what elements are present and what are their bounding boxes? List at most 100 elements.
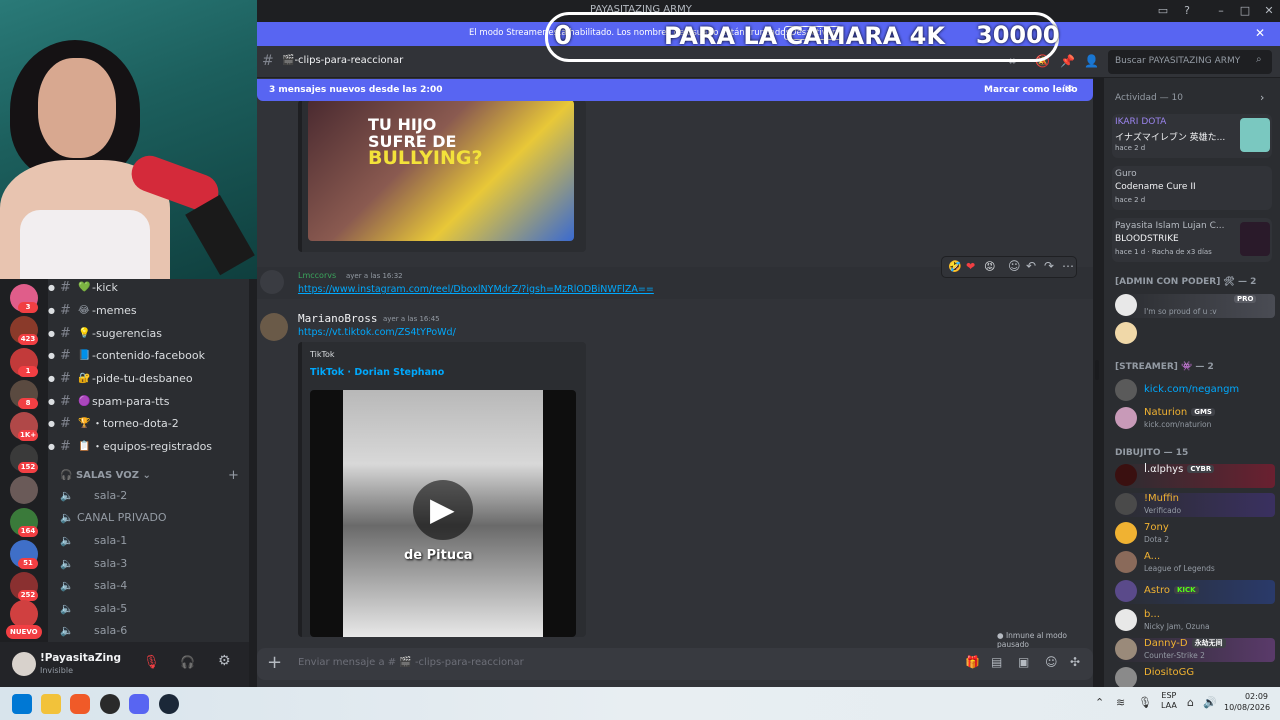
reply-icon[interactable]: ↶ [1026, 259, 1036, 273]
member-item[interactable]: A... League of Legends [1115, 551, 1275, 575]
voice-room[interactable]: 🔈 sala-5 [60, 598, 240, 620]
add-attachment-icon[interactable]: + [267, 652, 282, 673]
channel-item-kick[interactable]: ● # 💚 -kick [48, 277, 249, 299]
member-item[interactable]: 7ony Dota 2 [1115, 522, 1275, 546]
reaction-custom-icon[interactable]: 😡 [984, 260, 995, 273]
embed-title[interactable]: TikTok · Dorian Stephano [310, 367, 444, 378]
channel-item-torneo-dota-2[interactable]: ● # 🏆 ・torneo-dota-2 [48, 413, 249, 435]
apps-icon[interactable]: ✣ [1070, 655, 1080, 669]
message-composer[interactable]: + Enviar mensaje a # 🎬 -clips-para-reacc… [257, 648, 1093, 680]
channel-item-memes[interactable]: ● # 😂 -memes [48, 300, 249, 322]
member-item[interactable]: ꟾ.αlphys CYBR [1115, 464, 1275, 488]
server-icon[interactable] [10, 600, 38, 628]
mic-muted-icon[interactable]: 🎙 [143, 655, 160, 670]
member-item[interactable]: kick.com/negangm [1115, 379, 1275, 403]
windows-start-icon[interactable] [12, 694, 32, 714]
message-link[interactable]: https://vt.tiktok.com/ZS4tYPoWd/ [298, 327, 456, 338]
voice-room[interactable]: 🔈 CANAL PRIVADO [60, 507, 240, 529]
activity-time: hace 2 d [1115, 144, 1146, 152]
close-icon[interactable]: ✕ [1255, 26, 1265, 40]
language-indicator[interactable]: ESP LAA [1161, 691, 1177, 711]
pin-icon[interactable]: 📌 [1060, 54, 1075, 68]
add-reaction-icon[interactable]: ☺ [1008, 259, 1021, 273]
avatar[interactable] [260, 270, 284, 294]
lock-speaker-icon: 🔈 [60, 511, 74, 524]
sticker-icon[interactable]: ▣ [1018, 655, 1029, 669]
gift-icon[interactable]: 🎁 [965, 655, 980, 669]
member-item[interactable]: PRO I'm so proud of u :v [1115, 294, 1275, 318]
voice-room[interactable]: 🔈 sala-6 [60, 620, 240, 642]
channel-item-sugerencias[interactable]: ● # 💡 -sugerencias [48, 323, 249, 345]
member-item[interactable]: Danny-D 永劫无间 Counter-Strike 2 [1115, 638, 1275, 662]
server-icon[interactable] [10, 476, 38, 504]
member-item[interactable]: !Muffin Verificado [1115, 493, 1275, 517]
voice-room[interactable]: 🔈 sala-1 [60, 530, 240, 552]
member-item[interactable] [1115, 322, 1275, 346]
activity-card[interactable]: Payasita Islam Lujan C... BLOODSTRIKE ha… [1112, 218, 1272, 262]
tray-expand-icon[interactable]: ⌃ [1095, 696, 1104, 709]
member-tag: PRO [1234, 295, 1257, 303]
message-author[interactable]: MarianoBross [298, 312, 377, 325]
avatar[interactable] [12, 652, 36, 676]
headphones-icon[interactable]: 🎧 [180, 655, 195, 669]
reaction-heart-icon[interactable]: ❤ [966, 260, 975, 273]
video-thumbnail[interactable]: TU HIJO SUFRE DE BULLYING? [308, 100, 574, 241]
microphone-icon[interactable]: 🎙 [1138, 696, 1152, 709]
maximize-icon[interactable]: □ [1237, 3, 1253, 19]
members-icon[interactable]: 👤 [1084, 54, 1099, 68]
wifi-icon[interactable]: ≋ [1116, 696, 1125, 709]
inbox-icon[interactable]: ▭ [1155, 3, 1171, 19]
member-item[interactable]: Naturion GMS kick.com/naturion [1115, 407, 1275, 431]
forward-icon[interactable]: ↷ [1044, 259, 1054, 273]
clock[interactable]: 02:09 10/08/2026 [1224, 691, 1271, 713]
gif-icon[interactable]: ▤ [991, 655, 1002, 669]
new-messages-text: 3 mensajes nuevos desde las 2:00 [269, 85, 443, 95]
voice-room[interactable]: 🔈 sala-3 [60, 553, 240, 575]
channel-item-spam-para-tts[interactable]: ● # 🟣 spam-para-tts [48, 391, 249, 413]
emoji-icon[interactable]: ☺ [1045, 655, 1058, 669]
video-player[interactable]: ▶ de Pituca [310, 390, 576, 637]
gear-icon[interactable]: ⚙ [218, 653, 231, 669]
voice-room[interactable]: 🔈 sala-2 [60, 485, 240, 507]
member-item[interactable]: b... Nicky Jam, Ozuna [1115, 609, 1275, 633]
voice-category[interactable]: 🎧 SALAS VOZ ⌄ [60, 470, 151, 481]
close-window-icon[interactable]: ✕ [1261, 3, 1277, 19]
message-author[interactable]: Lmccorvs [298, 271, 336, 280]
more-icon[interactable]: ⋯ [1062, 259, 1074, 273]
channel-title: 🎬-clips-para-reaccionar [282, 55, 403, 66]
member-item[interactable]: Astro KICK [1115, 580, 1275, 604]
chat-area: TU HIJO SUFRE DE BULLYING? ▶ Lmccorvs ay… [257, 20, 1099, 687]
voice-room[interactable]: 🔈 sala-4 [60, 575, 240, 597]
file-explorer-icon[interactable] [41, 694, 61, 714]
add-voice-channel-icon[interactable]: + [228, 468, 239, 483]
language-code: ESP [1161, 691, 1177, 700]
play-icon[interactable]: ▶ [430, 490, 455, 528]
voice-room-label: sala-3 [94, 557, 128, 570]
chevron-right-icon[interactable]: › [1260, 91, 1264, 104]
network-icon[interactable]: ⌂ [1187, 696, 1194, 709]
mark-read-icon[interactable]: ✉ [1065, 84, 1073, 95]
clock-date: 10/08/2026 [1224, 703, 1271, 712]
channel-item-contenido-facebook[interactable]: ● # 📘 -contenido-facebook [48, 345, 249, 367]
new-messages-bar[interactable]: 3 mensajes nuevos desde las 2:00 Marcar … [257, 79, 1093, 101]
channel-item-equipos-registrados[interactable]: ● # 📋 ・equipos-registrados [48, 436, 249, 458]
mark-read-button[interactable]: Marcar como leído [984, 85, 1078, 95]
scrollbar-thumb[interactable] [1095, 360, 1099, 380]
search-input[interactable]: Buscar PAYASITAZING ARMY ⌕ [1108, 50, 1272, 74]
member-name: ꟾ.αlphys CYBR [1144, 464, 1215, 475]
activity-card[interactable]: Guro Codename Cure II hace 2 d [1112, 166, 1272, 210]
channel-item-pide-tu-desbaneo[interactable]: ● # 🔐 -pide-tu-desbaneo [48, 368, 249, 390]
brave-browser-icon[interactable] [70, 694, 90, 714]
activity-game-art [1240, 222, 1270, 256]
steam-icon[interactable] [159, 694, 179, 714]
activity-card[interactable]: IKARI DOTA イナズマイレブン 英雄た... hace 2 d [1112, 114, 1272, 158]
discord-icon[interactable] [129, 694, 149, 714]
help-icon[interactable]: ? [1179, 3, 1195, 19]
message-link[interactable]: https://www.instagram.com/reel/DboxlNYMd… [298, 284, 654, 295]
volume-icon[interactable]: 🔊 [1203, 696, 1217, 709]
minimize-icon[interactable]: – [1213, 3, 1229, 19]
avatar[interactable] [260, 313, 288, 341]
member-item[interactable]: DiositoGG [1115, 667, 1275, 687]
reaction-laugh-icon[interactable]: 🤣 [948, 260, 962, 273]
obs-icon[interactable] [100, 694, 120, 714]
